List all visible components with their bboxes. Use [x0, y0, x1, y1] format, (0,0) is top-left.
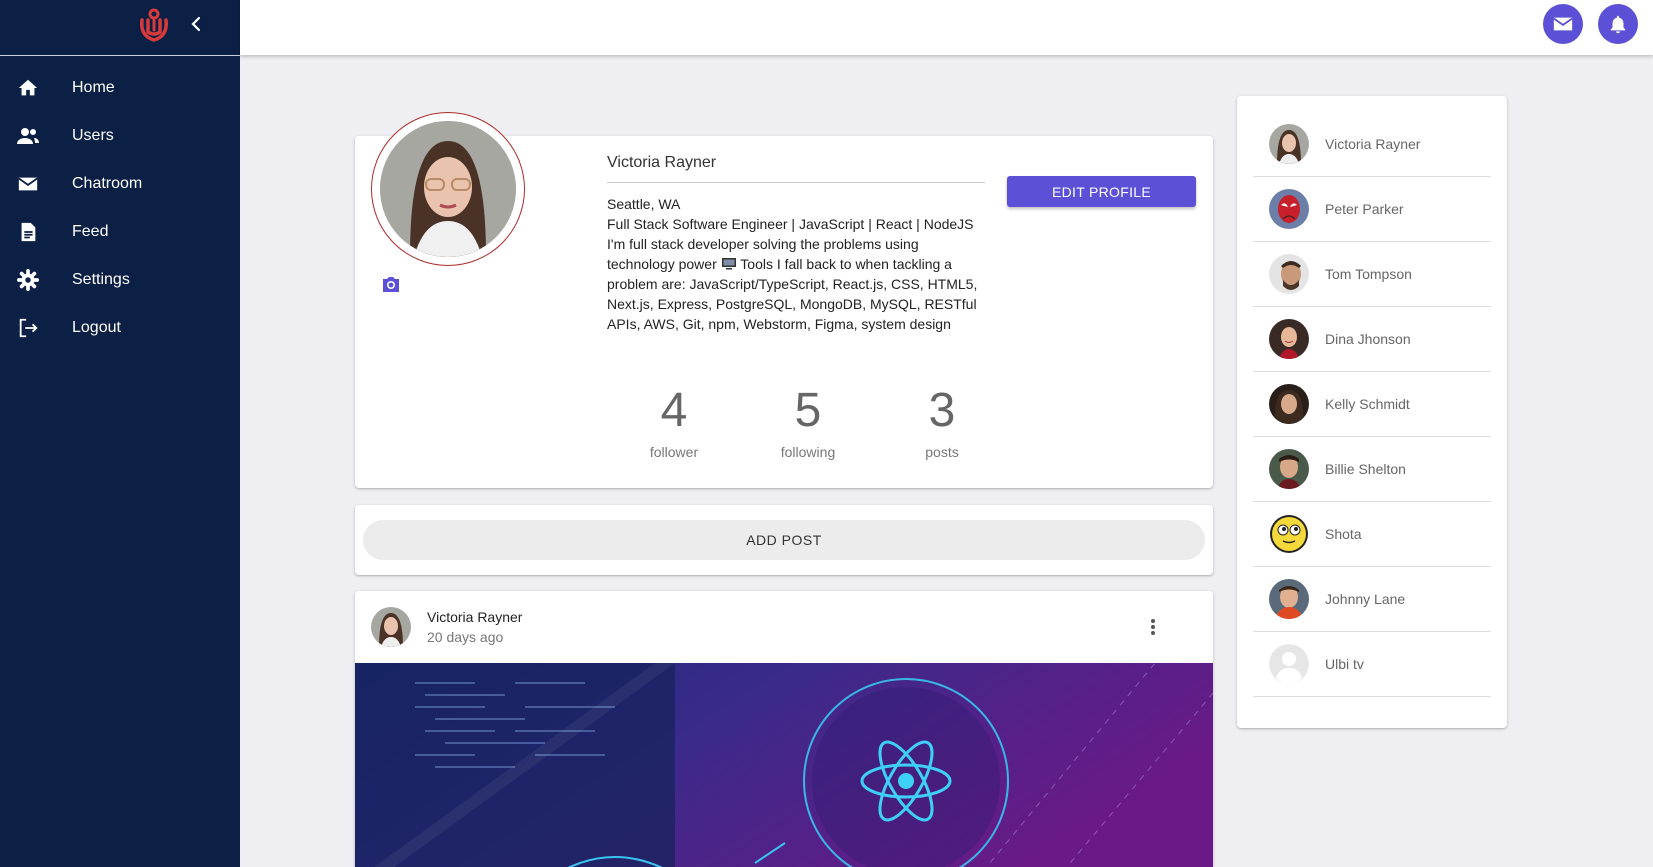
- sidebar-item-label: Users: [72, 127, 114, 144]
- avatar: [380, 121, 516, 257]
- sidebar-item-feed[interactable]: Feed: [0, 208, 240, 256]
- computer-icon: [721, 258, 736, 270]
- users-icon: [16, 124, 40, 148]
- ulbi-logo[interactable]: [134, 6, 174, 46]
- avatar: [1269, 579, 1309, 619]
- stat-label: follower: [649, 444, 699, 460]
- sidebar-item-users[interactable]: Users: [0, 112, 240, 160]
- logout-icon: [16, 316, 40, 340]
- sidebar-item-label: Settings: [72, 271, 130, 288]
- list-item[interactable]: Johnny Lane: [1253, 567, 1491, 632]
- list-item[interactable]: Dina Jhonson: [1253, 307, 1491, 372]
- avatar: [1269, 644, 1309, 684]
- profile-card: Victoria Rayner Seattle, WA Full Stack S…: [355, 112, 1213, 488]
- friend-name: Peter Parker: [1325, 201, 1404, 217]
- add-post-button[interactable]: ADD POST: [363, 520, 1205, 560]
- friend-list: Victoria Rayner Peter Parker Tom Tompson…: [1237, 96, 1507, 697]
- document-icon: [16, 220, 40, 244]
- friend-name: Shota: [1325, 526, 1362, 542]
- list-item[interactable]: Kelly Schmidt: [1253, 372, 1491, 437]
- post-image: [355, 663, 1213, 867]
- profile-stats: 4 follower 5 following 3 posts: [607, 384, 1009, 460]
- sidebar-nav: Home Users Chatroom Feed Settings Logout: [0, 64, 240, 352]
- mail-icon: [1553, 17, 1573, 31]
- sidebar-item-label: Home: [72, 79, 115, 96]
- stat-follower[interactable]: 4 follower: [607, 384, 741, 460]
- avatar: [1269, 514, 1309, 554]
- friend-name: Tom Tompson: [1325, 266, 1412, 282]
- list-item[interactable]: Tom Tompson: [1253, 242, 1491, 307]
- sidebar-item-label: Logout: [72, 319, 121, 336]
- sidebar-item-label: Feed: [72, 223, 109, 240]
- friend-name: Ulbi tv: [1325, 656, 1364, 672]
- notifications-button[interactable]: [1598, 4, 1638, 44]
- profile-headline: Full Stack Software Engineer | JavaScrip…: [607, 216, 974, 232]
- gear-icon: [16, 268, 40, 292]
- stat-value: 3: [928, 384, 956, 437]
- friend-name: Kelly Schmidt: [1325, 396, 1410, 412]
- sidebar: Home Users Chatroom Feed Settings Logout: [0, 0, 240, 867]
- profile-description: I'm full stack developer solving the pro…: [607, 234, 979, 334]
- avatar: [1269, 384, 1309, 424]
- avatar: [1269, 189, 1309, 229]
- sidebar-item-home[interactable]: Home: [0, 64, 240, 112]
- messages-button[interactable]: [1543, 4, 1583, 44]
- friends-panel: Victoria Rayner Peter Parker Tom Tompson…: [1237, 96, 1507, 728]
- friend-name: Billie Shelton: [1325, 461, 1406, 477]
- stat-label: posts: [925, 444, 959, 460]
- sidebar-item-chatroom[interactable]: Chatroom: [0, 160, 240, 208]
- stat-following[interactable]: 5 following: [741, 384, 875, 460]
- list-item[interactable]: Victoria Rayner: [1253, 112, 1491, 177]
- post-card: Victoria Rayner 20 days ago: [355, 591, 1213, 867]
- profile-bio: Seattle, WA Full Stack Software Engineer…: [607, 194, 979, 334]
- bell-icon: [1610, 15, 1626, 34]
- stat-value: 4: [660, 384, 688, 437]
- topbar: [240, 0, 1653, 55]
- avatar[interactable]: [371, 607, 411, 647]
- profile-name: Victoria Rayner: [607, 154, 985, 183]
- chevron-left-icon[interactable]: [184, 12, 208, 36]
- profile-avatar[interactable]: [371, 112, 525, 266]
- stat-label: following: [780, 444, 836, 460]
- profile-location: Seattle, WA: [607, 196, 681, 212]
- avatar: [1269, 124, 1309, 164]
- avatar: [1269, 449, 1309, 489]
- add-post-card: ADD POST: [355, 505, 1213, 575]
- sidebar-item-label: Chatroom: [72, 175, 143, 192]
- stat-value: 5: [794, 384, 822, 437]
- mail-icon: [16, 172, 40, 196]
- list-item[interactable]: Ulbi tv: [1253, 632, 1491, 697]
- stat-posts[interactable]: 3 posts: [875, 384, 1009, 460]
- avatar: [1269, 254, 1309, 294]
- list-item[interactable]: Peter Parker: [1253, 177, 1491, 242]
- sidebar-item-settings[interactable]: Settings: [0, 256, 240, 304]
- list-item[interactable]: Shota: [1253, 502, 1491, 567]
- avatar: [1269, 319, 1309, 359]
- friend-name: Victoria Rayner: [1325, 136, 1421, 152]
- edit-profile-button[interactable]: EDIT PROFILE: [1007, 176, 1196, 207]
- friend-name: Dina Jhonson: [1325, 331, 1411, 347]
- sidebar-item-logout[interactable]: Logout: [0, 304, 240, 352]
- camera-icon[interactable]: [379, 272, 403, 296]
- post-author[interactable]: Victoria Rayner: [427, 609, 522, 625]
- sidebar-header: [0, 0, 240, 56]
- more-vert-icon[interactable]: [1141, 615, 1165, 639]
- home-icon: [16, 76, 40, 100]
- post-timestamp: 20 days ago: [427, 629, 504, 645]
- list-item[interactable]: Billie Shelton: [1253, 437, 1491, 502]
- friend-name: Johnny Lane: [1325, 591, 1406, 607]
